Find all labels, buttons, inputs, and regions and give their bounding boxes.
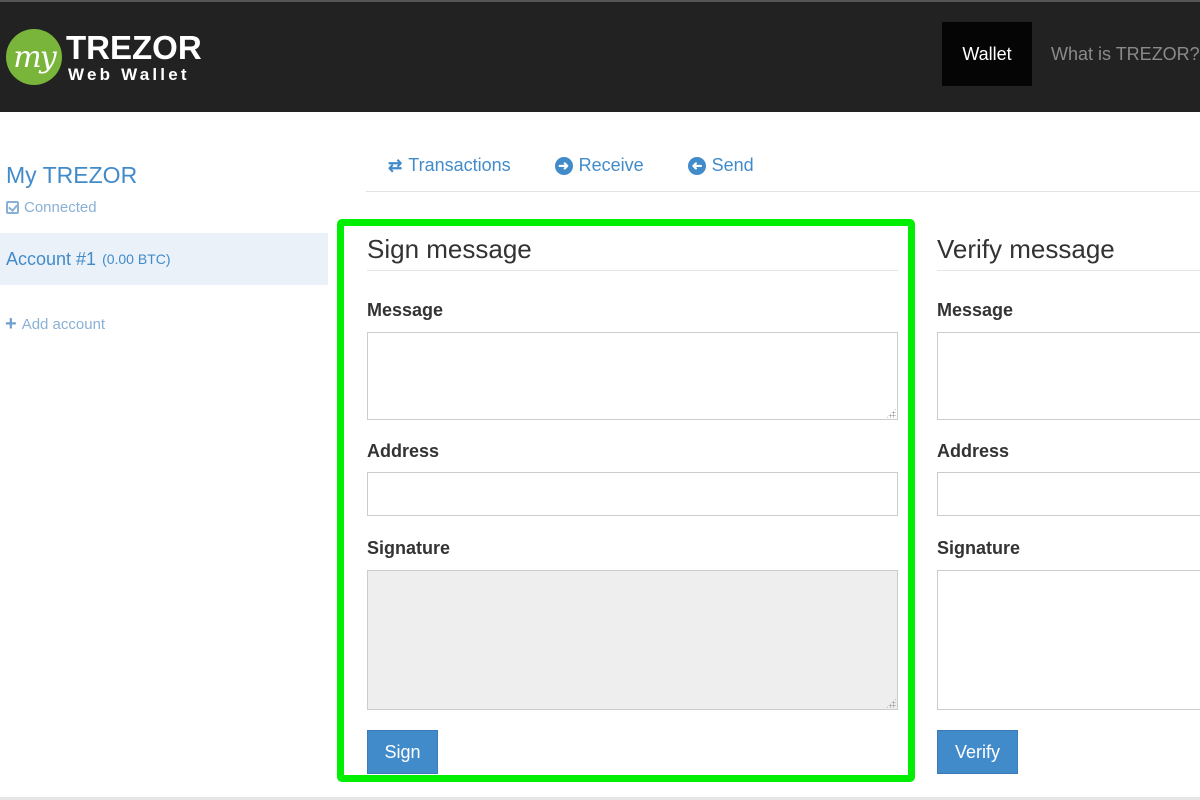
logo-subtitle: Web Wallet bbox=[68, 65, 190, 84]
plus-icon: + bbox=[5, 313, 17, 335]
account-balance: (0.00 BTC) bbox=[102, 251, 171, 267]
verify-address-input[interactable] bbox=[937, 472, 1200, 516]
check-square-icon bbox=[6, 201, 19, 214]
verify-message-label: Message bbox=[937, 300, 1014, 320]
sign-panel-title: Sign message bbox=[367, 234, 898, 271]
top-navbar: my TREZOR Web Wallet Wallet What is TREZ… bbox=[0, 0, 1200, 112]
tab-receive-label: Receive bbox=[578, 155, 644, 175]
verify-signature-label: Signature bbox=[937, 538, 1021, 558]
mytrezor-logo[interactable]: my TREZOR Web Wallet bbox=[6, 27, 202, 87]
verify-button[interactable]: Verify bbox=[937, 730, 1018, 774]
verify-signature-input[interactable] bbox=[937, 570, 1200, 710]
add-account-link[interactable]: + Add account bbox=[5, 314, 105, 334]
account-label: Account #1 bbox=[6, 248, 97, 269]
verify-message-panel: Verify message Message Address Signature… bbox=[937, 234, 1200, 774]
device-status: Connected bbox=[6, 199, 97, 216]
arrow-circle-right-icon: ➜ bbox=[554, 156, 573, 175]
account-subnav: ⇄ Transactions ➜ Receive ➜ Send bbox=[366, 140, 1200, 192]
sign-address-label: Address bbox=[367, 441, 440, 461]
arrow-circle-left-icon: ➜ bbox=[687, 156, 706, 175]
sign-address-input[interactable] bbox=[367, 472, 898, 516]
sign-message-label: Message bbox=[367, 300, 444, 320]
tab-transactions-label: Transactions bbox=[408, 155, 511, 175]
add-account-label: Add account bbox=[21, 315, 106, 333]
logo-title: TREZOR bbox=[66, 29, 202, 66]
sign-signature-output[interactable] bbox=[367, 570, 898, 710]
tab-receive[interactable]: ➜ Receive bbox=[533, 155, 666, 176]
verify-message-input[interactable] bbox=[937, 332, 1200, 420]
nav-what-is-trezor[interactable]: What is TREZOR? bbox=[1051, 22, 1200, 86]
sign-message-input[interactable] bbox=[367, 332, 898, 420]
sign-message-panel: Sign message Message Address Signature S… bbox=[367, 234, 898, 774]
device-status-label: Connected bbox=[24, 199, 97, 216]
logo-badge: my bbox=[6, 29, 62, 85]
nav-wallet[interactable]: Wallet bbox=[942, 22, 1032, 86]
verify-address-label: Address bbox=[937, 441, 1010, 461]
tab-send[interactable]: ➜ Send bbox=[666, 155, 776, 176]
sign-signature-label: Signature bbox=[367, 538, 451, 558]
sidebar-item-account-1[interactable]: Account #1 (0.00 BTC) bbox=[0, 233, 328, 285]
tab-transactions[interactable]: ⇄ Transactions bbox=[366, 155, 533, 176]
verify-panel-title: Verify message bbox=[937, 234, 1200, 271]
tab-send-label: Send bbox=[711, 155, 754, 175]
sign-button[interactable]: Sign bbox=[367, 730, 438, 774]
swap-arrows-icon: ⇄ bbox=[388, 156, 403, 175]
device-name: My TREZOR bbox=[6, 162, 138, 188]
